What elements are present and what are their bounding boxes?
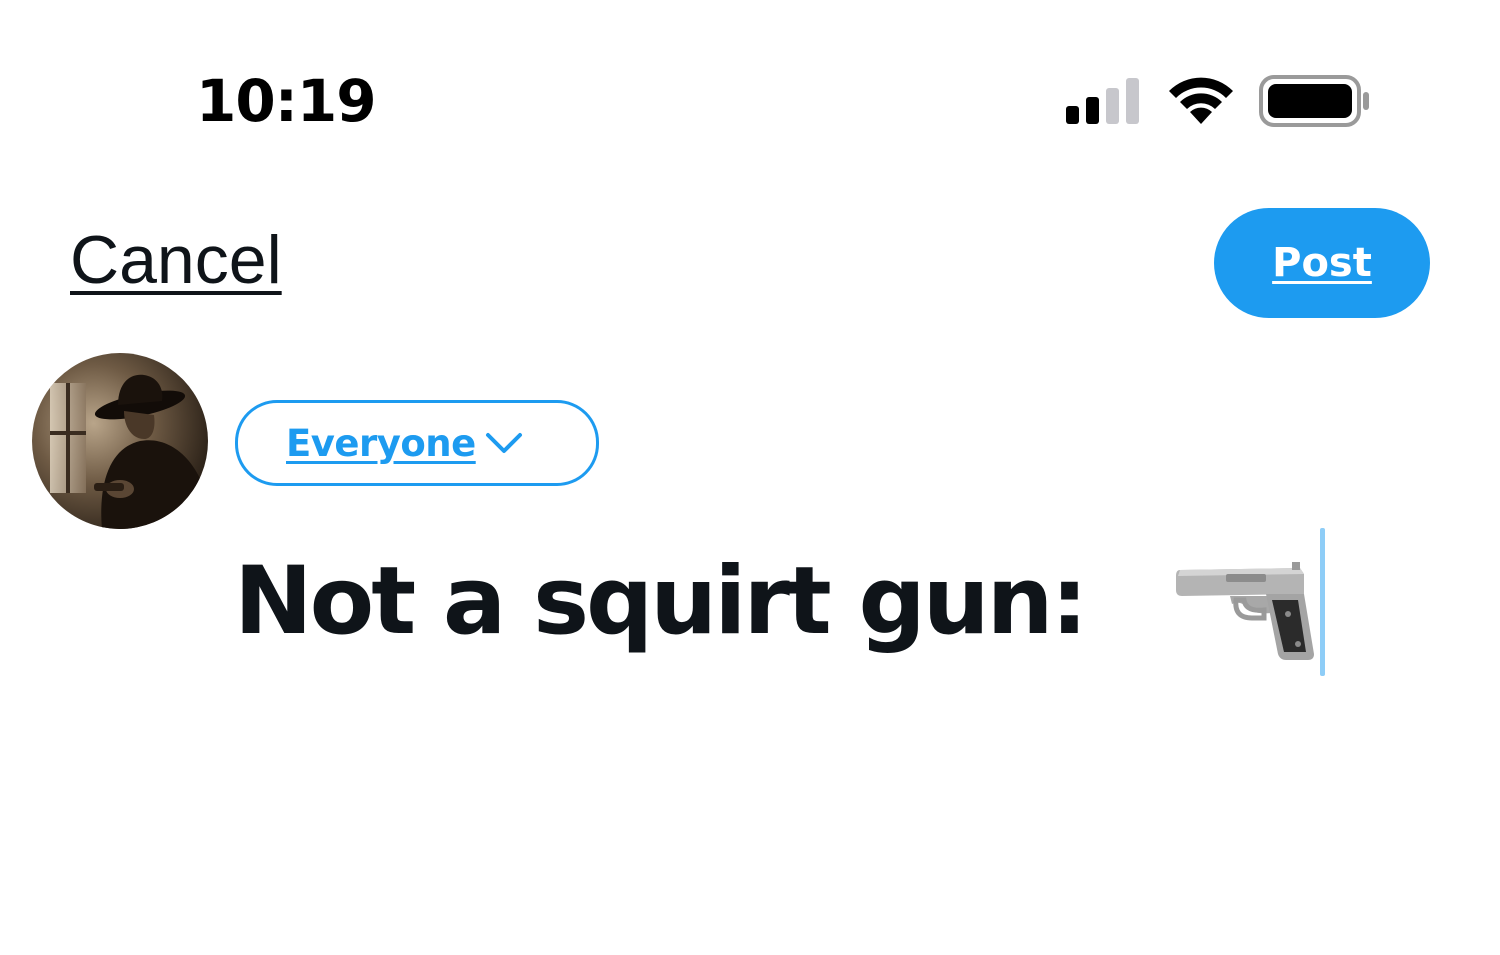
- avatar[interactable]: [32, 353, 208, 529]
- post-button-label: Post: [1272, 240, 1372, 286]
- compose-text: Not a squirt gun:: [234, 547, 1088, 656]
- status-time: 10:19: [196, 67, 377, 135]
- user-avatar: [32, 353, 208, 529]
- cellular-signal-icon: [1066, 78, 1139, 124]
- pistol-icon: [1176, 562, 1314, 660]
- battery-icon: [1259, 75, 1369, 127]
- wifi-icon: [1169, 77, 1233, 124]
- text-cursor: [1320, 528, 1325, 676]
- audience-selector[interactable]: Everyone: [235, 400, 599, 486]
- chevron-down-icon: [485, 433, 522, 453]
- post-button[interactable]: Post: [1214, 208, 1430, 318]
- cancel-button[interactable]: Cancel: [70, 220, 282, 300]
- audience-label: Everyone: [286, 421, 476, 465]
- compose-textarea[interactable]: Not a squirt gun:: [234, 528, 1374, 680]
